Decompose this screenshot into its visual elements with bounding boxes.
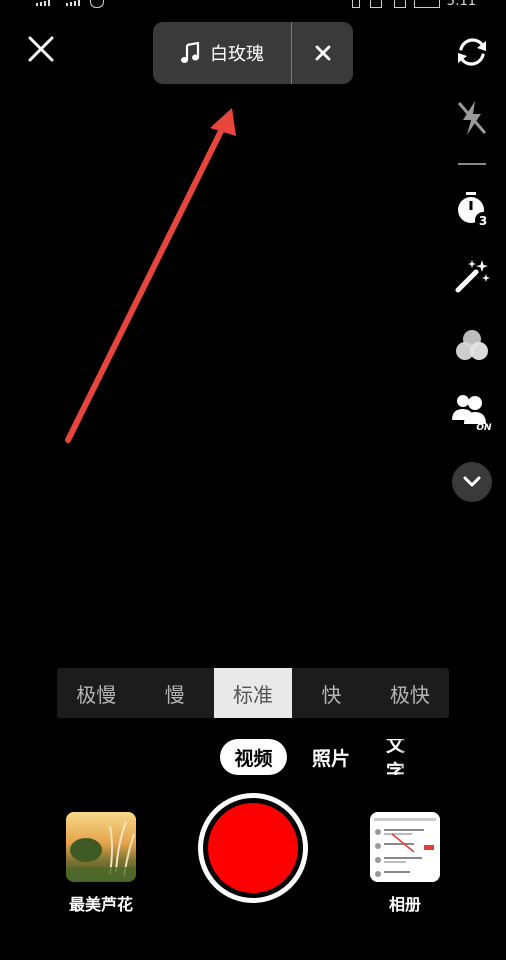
speed-option-very-slow[interactable]: 极慢 bbox=[57, 668, 135, 718]
duet-button[interactable]: ON bbox=[450, 392, 494, 433]
more-tools-button[interactable] bbox=[452, 462, 492, 502]
filter-icon bbox=[456, 330, 488, 360]
mode-tab-text[interactable]: 文字 bbox=[386, 739, 416, 775]
rail-divider bbox=[458, 163, 486, 165]
duet-on-icon: ON bbox=[452, 395, 492, 433]
speed-option-normal[interactable]: 标准 bbox=[213, 668, 293, 718]
speed-option-slow[interactable]: 慢 bbox=[135, 668, 213, 718]
speed-selector: 极慢 慢 标准 快 极快 bbox=[57, 668, 449, 718]
timer-icon: 3 bbox=[458, 192, 491, 228]
flip-camera-icon bbox=[458, 38, 486, 66]
record-button-fill bbox=[208, 803, 298, 893]
duet-badge: ON bbox=[476, 423, 492, 433]
effect-preview-image bbox=[66, 812, 136, 882]
filter-button[interactable] bbox=[452, 326, 492, 366]
timer-button[interactable]: 3 bbox=[452, 190, 492, 230]
mode-tab-photo[interactable]: 照片 bbox=[306, 739, 356, 775]
album-label[interactable]: 相册 bbox=[370, 891, 440, 915]
album-thumbnail[interactable] bbox=[370, 812, 440, 882]
flash-button[interactable] bbox=[452, 98, 492, 138]
magic-wand-icon bbox=[455, 260, 490, 293]
album-preview-image bbox=[370, 812, 440, 882]
timer-badge: 3 bbox=[479, 214, 487, 228]
speed-option-very-fast[interactable]: 极快 bbox=[371, 668, 449, 718]
speed-option-fast[interactable]: 快 bbox=[292, 668, 370, 718]
record-button[interactable] bbox=[198, 793, 308, 903]
effects-button[interactable] bbox=[452, 256, 492, 296]
chevron-down-icon bbox=[463, 476, 481, 487]
flip-camera-button[interactable] bbox=[452, 32, 492, 72]
effect-label[interactable]: 最美芦花 bbox=[58, 891, 144, 915]
effect-thumbnail[interactable] bbox=[66, 812, 136, 882]
mode-tab-video[interactable]: 视频 bbox=[220, 739, 287, 775]
flash-off-icon bbox=[457, 101, 487, 135]
